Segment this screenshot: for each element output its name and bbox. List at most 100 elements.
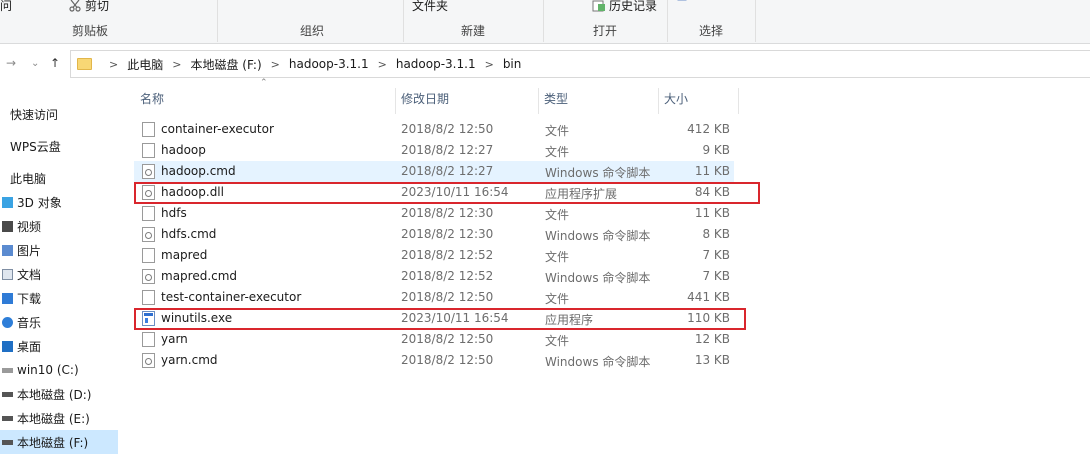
breadcrumb-hadoop-sub[interactable]: hadoop-3.1.1: [396, 57, 476, 71]
file-icon: [142, 143, 155, 158]
file-size: 412 KB: [687, 122, 730, 136]
ribbon-divider: [755, 0, 756, 42]
sidebar-item-drive-e[interactable]: 本地磁盘 (E:): [0, 406, 118, 430]
file-date: 2018/8/2 12:30: [401, 227, 494, 241]
navigation-bar: → ⌄ ↑ > 此电脑 > 本地磁盘 (F:) > hadoop-3.1.1 >…: [0, 46, 1090, 82]
file-name: hadoop: [161, 143, 206, 157]
drive-icon: [2, 391, 13, 397]
file-date: 2018/8/2 12:52: [401, 269, 494, 283]
chevron-right-icon: >: [109, 57, 119, 71]
select-all-icon[interactable]: [676, 0, 690, 9]
sidebar-item-label: 视频: [17, 219, 42, 234]
breadcrumb-drive-f[interactable]: 本地磁盘 (F:): [190, 56, 261, 73]
sidebar-item-label: 本地磁盘 (F:): [17, 435, 89, 450]
computer-icon: [2, 173, 4, 184]
sidebar-item-pictures[interactable]: 图片: [0, 238, 118, 262]
file-name: mapred: [161, 248, 208, 262]
column-header-date[interactable]: 修改日期: [401, 90, 449, 107]
column-header-size[interactable]: 大小: [664, 90, 688, 107]
file-size: 13 KB: [694, 353, 730, 367]
group-open: 打开: [593, 24, 618, 38]
file-size: 12 KB: [694, 332, 730, 346]
back-arrow-icon[interactable]: →: [6, 56, 16, 70]
file-row[interactable]: hadoop 2018/8/2 12:27 文件 9 KB: [134, 140, 734, 161]
ribbon: 问 剪切 文件夹 历史记录 剪贴板 组织 新建 打开 选择: [0, 0, 1090, 44]
sidebar-item-drive-f[interactable]: 本地磁盘 (F:): [0, 430, 118, 454]
file-row[interactable]: yarn 2018/8/2 12:50 文件 12 KB: [134, 329, 734, 350]
file-type: 文件: [545, 145, 570, 159]
breadcrumb-this-pc[interactable]: 此电脑: [127, 56, 163, 73]
sidebar-item-label: 本地磁盘 (D:): [17, 387, 92, 402]
column-header-name[interactable]: 名称: [140, 90, 164, 107]
ribbon-partial-label[interactable]: 问: [0, 0, 12, 14]
file-row[interactable]: container-executor 2018/8/2 12:50 文件 412…: [134, 119, 734, 140]
chevron-down-icon[interactable]: ⌄: [31, 58, 39, 69]
highlight-box-winutils-exe: [134, 308, 746, 330]
sidebar-item-label: 音乐: [17, 315, 42, 330]
sidebar-item-quick-access[interactable]: 快速访问: [0, 102, 118, 126]
file-name: test-container-executor: [161, 290, 302, 304]
file-name: hdfs: [161, 206, 187, 220]
sidebar-item-documents[interactable]: 文档: [0, 262, 118, 286]
group-new: 新建: [461, 24, 486, 38]
file-size: 9 KB: [702, 143, 730, 157]
sidebar-item-desktop[interactable]: 桌面: [0, 334, 118, 358]
file-date: 2018/8/2 12:27: [401, 164, 494, 178]
sidebar-item-label: 桌面: [17, 339, 42, 354]
column-divider[interactable]: [538, 88, 539, 114]
file-row[interactable]: test-container-executor 2018/8/2 12:50 文…: [134, 287, 734, 308]
ribbon-divider: [543, 0, 544, 42]
sidebar-item-videos[interactable]: 视频: [0, 214, 118, 238]
sidebar-item-this-pc[interactable]: 此电脑: [0, 166, 118, 190]
up-arrow-icon[interactable]: ↑: [50, 56, 60, 70]
column-divider[interactable]: [738, 88, 739, 114]
file-row[interactable]: yarn.cmd 2018/8/2 12:50 Windows 命令脚本 13 …: [134, 350, 734, 371]
file-row[interactable]: hadoop.cmd 2018/8/2 12:27 Windows 命令脚本 1…: [134, 161, 734, 182]
file-type: 文件: [545, 292, 570, 306]
navigation-pane: 快速访问 WPS云盘 此电脑 3D 对象 视频 图片 文档 下载 音乐 桌面 w…: [0, 100, 120, 465]
sidebar-item-label: WPS云盘: [10, 139, 61, 154]
cmd-script-icon: [142, 269, 155, 284]
cut-button[interactable]: 剪切: [68, 0, 109, 14]
cmd-script-icon: [142, 227, 155, 242]
sidebar-item-music[interactable]: 音乐: [0, 310, 118, 334]
breadcrumb-bin[interactable]: bin: [503, 57, 522, 71]
file-name: hdfs.cmd: [161, 227, 217, 241]
file-row[interactable]: hdfs 2018/8/2 12:30 文件 11 KB: [134, 203, 734, 224]
file-row[interactable]: hdfs.cmd 2018/8/2 12:30 Windows 命令脚本 8 K…: [134, 224, 734, 245]
sidebar-item-drive-d[interactable]: 本地磁盘 (D:): [0, 382, 118, 406]
sidebar-item-drive-c[interactable]: win10 (C:): [0, 358, 118, 382]
drive-icon: [2, 439, 13, 445]
address-bar[interactable]: > 此电脑 > 本地磁盘 (F:) > hadoop-3.1.1 > hadoo…: [70, 50, 1090, 78]
star-icon: [2, 109, 4, 120]
file-icon: [142, 332, 155, 347]
chevron-right-icon: >: [484, 57, 494, 71]
file-row[interactable]: mapred.cmd 2018/8/2 12:52 Windows 命令脚本 7…: [134, 266, 734, 287]
file-type: 文件: [545, 334, 570, 348]
file-type: Windows 命令脚本: [545, 271, 651, 285]
file-size: 11 KB: [694, 206, 730, 220]
desktop-icon: [2, 340, 13, 352]
scissors-icon: [69, 0, 81, 12]
folder-button[interactable]: 文件夹: [412, 0, 448, 14]
file-row[interactable]: mapred 2018/8/2 12:52 文件 7 KB: [134, 245, 734, 266]
column-divider[interactable]: [395, 88, 396, 114]
cmd-script-icon: [142, 353, 155, 368]
file-date: 2018/8/2 12:30: [401, 206, 494, 220]
select-icon: [677, 0, 687, 1]
file-size: 7 KB: [702, 269, 730, 283]
history-button[interactable]: 历史记录: [592, 0, 657, 14]
sidebar-item-downloads[interactable]: 下载: [0, 286, 118, 310]
sidebar-item-3d-objects[interactable]: 3D 对象: [0, 190, 118, 214]
sidebar-item-wps-cloud[interactable]: WPS云盘: [0, 134, 118, 158]
column-header-type[interactable]: 类型: [544, 90, 568, 107]
chevron-right-icon: >: [270, 57, 280, 71]
column-divider[interactable]: [658, 88, 659, 114]
file-date: 2018/8/2 12:50: [401, 290, 494, 304]
file-date: 2018/8/2 12:27: [401, 143, 494, 157]
file-type: 文件: [545, 124, 570, 138]
file-icon: [142, 248, 155, 263]
breadcrumb-hadoop-root[interactable]: hadoop-3.1.1: [289, 57, 369, 71]
chevron-right-icon: >: [377, 57, 387, 71]
file-name: mapred.cmd: [161, 269, 238, 283]
